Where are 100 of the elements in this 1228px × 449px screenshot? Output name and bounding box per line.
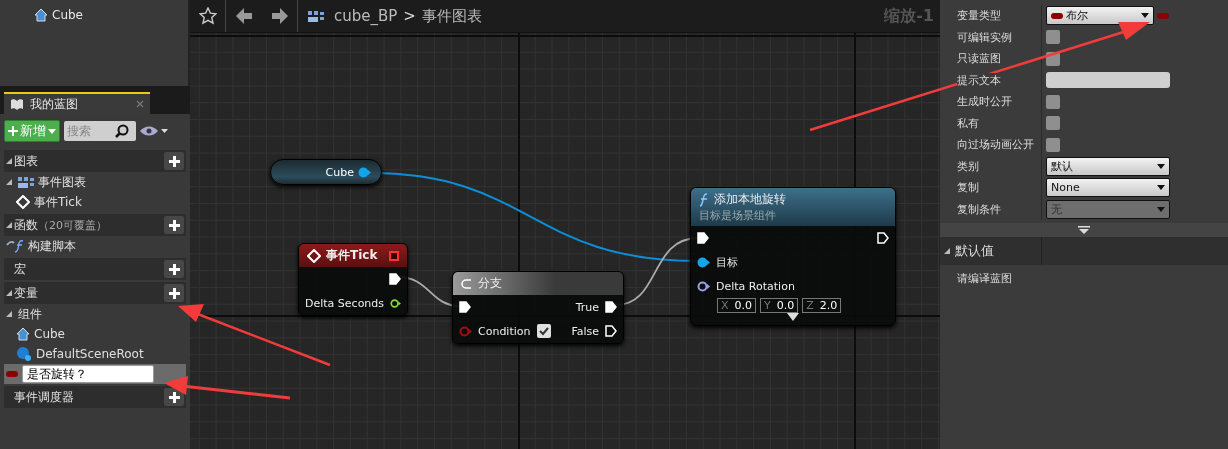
pin-label: True bbox=[575, 300, 599, 314]
tree-item[interactable]: 事件Tick bbox=[4, 192, 186, 212]
section-title: 图表 bbox=[14, 152, 38, 170]
section-title: 函数 bbox=[14, 216, 38, 234]
tree-item[interactable]: DefaultSceneRoot bbox=[4, 344, 186, 364]
property-label: 向过场动画公开 bbox=[957, 137, 1034, 153]
expand-arrow-icon[interactable] bbox=[6, 158, 12, 164]
section-header[interactable]: 宏 bbox=[4, 258, 186, 280]
dropdown[interactable]: None bbox=[1046, 178, 1170, 198]
node-title: 添加本地旋转 bbox=[714, 191, 786, 208]
category-combo[interactable]: 默认 bbox=[1046, 156, 1170, 176]
add-button[interactable] bbox=[164, 152, 184, 170]
add-button[interactable] bbox=[164, 388, 184, 406]
rename-field[interactable]: 是否旋转？ bbox=[22, 365, 154, 383]
section-note: （20可覆盖） bbox=[38, 217, 107, 233]
boolean-pill-icon bbox=[1157, 12, 1169, 19]
plus-icon bbox=[168, 287, 180, 299]
tree-item[interactable]: 构建脚本 bbox=[4, 236, 186, 256]
branch-node[interactable]: 分支 True Condition False bbox=[452, 271, 624, 344]
compile-message: 请编译蓝图 bbox=[956, 271, 1013, 287]
add-button[interactable] bbox=[164, 260, 184, 278]
caret-icon bbox=[48, 128, 56, 134]
plus-icon bbox=[8, 126, 18, 136]
checkbox[interactable] bbox=[1046, 30, 1060, 45]
house-icon bbox=[16, 327, 30, 341]
tree-item[interactable]: Cube bbox=[4, 324, 186, 344]
data-pin-icon[interactable] bbox=[697, 280, 710, 292]
data-pin-icon[interactable] bbox=[390, 297, 401, 309]
vector-field[interactable]: Z 2.0 bbox=[802, 298, 842, 313]
exec-pin-icon[interactable] bbox=[877, 232, 889, 244]
diamond-icon bbox=[16, 195, 30, 209]
sphere-icon bbox=[16, 346, 32, 362]
property-label: 提示文本 bbox=[957, 72, 1001, 88]
eye-icon[interactable] bbox=[140, 126, 168, 136]
property-label: 类别 bbox=[957, 158, 979, 174]
vector-field[interactable]: X 0.0 bbox=[717, 298, 757, 313]
exec-pin-icon[interactable] bbox=[697, 232, 709, 244]
data-pin-icon[interactable] bbox=[358, 166, 371, 178]
checkbox[interactable] bbox=[1046, 94, 1060, 109]
exec-pin-icon[interactable] bbox=[605, 301, 617, 313]
search-field[interactable]: 搜索 bbox=[67, 124, 115, 138]
add-button[interactable] bbox=[164, 284, 184, 302]
variable-row[interactable]: 是否旋转？ bbox=[4, 364, 186, 384]
text-field[interactable] bbox=[1046, 72, 1170, 89]
expand-arrow-icon[interactable] bbox=[6, 290, 12, 296]
plus-icon bbox=[168, 391, 180, 403]
item-label: Cube bbox=[34, 327, 65, 341]
boolean-pill-icon bbox=[1051, 12, 1063, 19]
graph-icon bbox=[308, 10, 324, 22]
boolean-pill-icon bbox=[6, 371, 18, 377]
function-icon bbox=[6, 239, 24, 253]
zoom-label: 缩放-1 bbox=[884, 5, 934, 27]
property-label: 私有 bbox=[957, 115, 979, 131]
checkbox[interactable] bbox=[1046, 137, 1060, 152]
condition-checkbox[interactable] bbox=[536, 324, 551, 338]
close-icon[interactable] bbox=[136, 99, 144, 108]
variable-type-dropdown[interactable]: 布尔 bbox=[1046, 6, 1154, 26]
add-button[interactable] bbox=[164, 216, 184, 234]
panel-tab[interactable]: 我的蓝图 bbox=[4, 92, 150, 114]
item-label: 事件Tick bbox=[34, 193, 82, 211]
diamond-icon bbox=[307, 248, 321, 263]
vector-field[interactable]: Y 0.0 bbox=[760, 298, 799, 313]
expand-arrow-icon[interactable] bbox=[6, 222, 12, 228]
item-label: DefaultSceneRoot bbox=[36, 347, 144, 361]
breadcrumb-link[interactable]: cube_BP bbox=[334, 7, 398, 25]
graph-icon bbox=[18, 176, 34, 188]
section-title: 事件调度器 bbox=[14, 388, 74, 406]
tree-item[interactable]: Cube bbox=[34, 8, 188, 22]
section-header[interactable]: 事件调度器 bbox=[4, 386, 186, 408]
item-label: 组件 bbox=[18, 305, 42, 323]
property-label: 复制条件 bbox=[957, 201, 1001, 217]
event-node[interactable]: 事件Tick Delta Seconds bbox=[298, 243, 408, 316]
item-label: 事件图表 bbox=[38, 173, 86, 191]
pin-label: 目标 bbox=[716, 254, 738, 270]
pin-label: False bbox=[571, 324, 599, 338]
node-title: Cube bbox=[325, 165, 354, 179]
tree-item[interactable]: 组件 bbox=[4, 304, 186, 324]
section-header[interactable]: 函数（20可覆盖） bbox=[4, 214, 186, 236]
checkbox[interactable] bbox=[1046, 116, 1060, 131]
section-header[interactable]: 图表 bbox=[4, 150, 186, 172]
branch-icon bbox=[461, 277, 473, 290]
node-title: 分支 bbox=[478, 275, 502, 292]
expand-arrow-icon[interactable] bbox=[6, 179, 12, 185]
pin-label: Condition bbox=[478, 324, 531, 338]
plus-icon bbox=[168, 263, 180, 275]
graph-canvas[interactable]: Cube 事件Tick Delta Seconds 分支 True Condition False 添加本地旋转 目标是场景组件 目标 Delta Rotation X 0.0 Y 0.0 Z 2.0 bbox=[190, 33, 940, 449]
tree-item[interactable]: 事件图表 bbox=[4, 172, 186, 192]
exec-pin-icon[interactable] bbox=[459, 301, 471, 313]
search-box[interactable]: 搜索 bbox=[64, 121, 136, 141]
exec-pin-icon[interactable] bbox=[389, 273, 401, 285]
property-label: 复制 bbox=[957, 180, 979, 196]
exec-pin-icon[interactable] bbox=[605, 325, 617, 337]
variable-node[interactable]: Cube bbox=[270, 159, 382, 185]
expand-arrow-icon[interactable] bbox=[787, 313, 799, 321]
property-label: 只读蓝图 bbox=[957, 51, 1001, 67]
data-pin-icon[interactable] bbox=[697, 256, 710, 268]
expand-arrow-icon[interactable] bbox=[6, 311, 12, 317]
section-header[interactable]: 变量 bbox=[4, 282, 186, 304]
breadcrumb-link[interactable]: 事件图表 bbox=[421, 6, 482, 26]
function-node[interactable]: 添加本地旋转 目标是场景组件 目标 Delta Rotation X 0.0 Y 0.0 Z 2.0 bbox=[690, 187, 896, 326]
